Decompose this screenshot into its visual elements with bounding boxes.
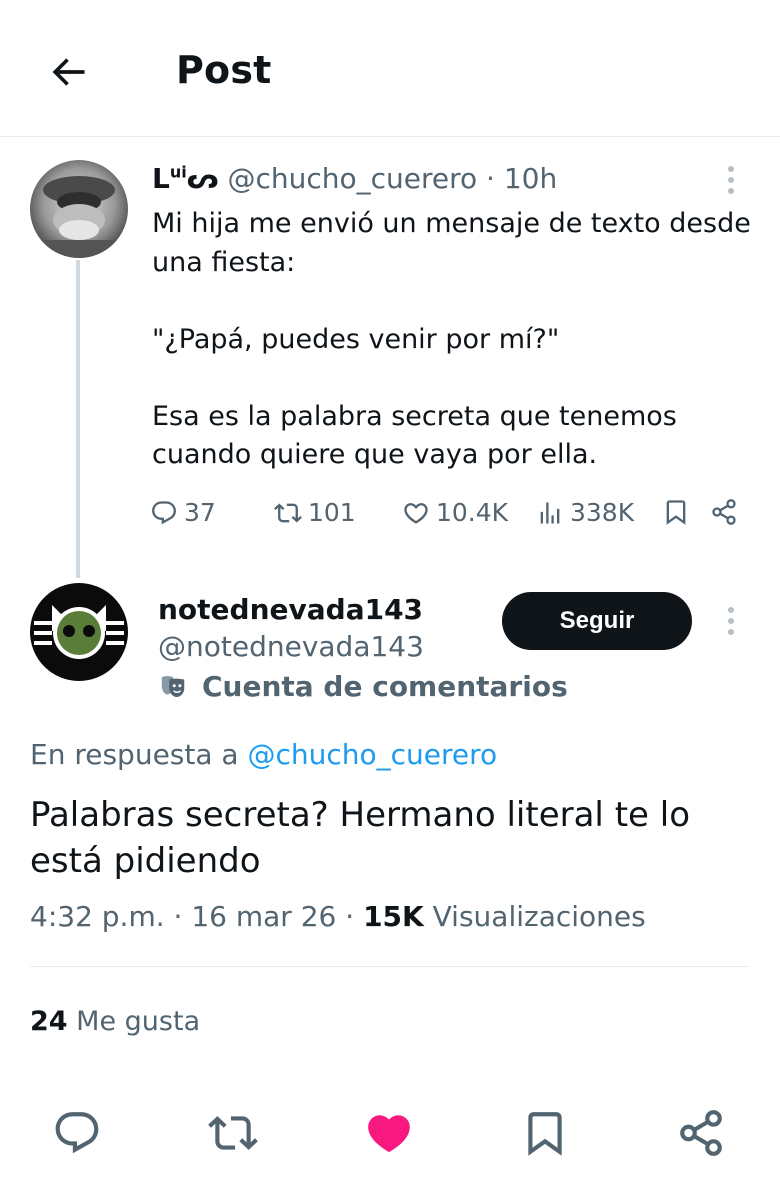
reply-bubble-icon [152,500,176,524]
reply-button[interactable] [50,1106,104,1160]
tweet-time[interactable]: 4:32 p.m. [30,900,165,933]
parent-time[interactable]: 10h [504,162,557,195]
theater-masks-icon [161,675,185,697]
back-button[interactable] [40,44,96,100]
heart-filled-icon [368,1115,410,1153]
repost-icon [274,503,302,522]
parent-action-bar: 37 101 10.4K 338K [150,498,750,532]
likes-label: Me gusta [76,1006,201,1037]
bookmark-icon [666,500,686,525]
tweet-meta: 4:32 p.m. · 16 mar 26 · 15K Visualizacio… [30,900,646,933]
parent-like-count: 10.4K [436,498,509,527]
parent-tweet-header: Luiᔕ @chucho_cuerero · 10h [152,162,558,195]
heart-outline-icon [404,502,428,524]
parent-share-button[interactable] [710,498,738,526]
share-button[interactable] [674,1106,728,1160]
follow-button[interactable]: Seguir [502,592,692,650]
share-icon [712,499,736,525]
like-button[interactable] [362,1106,416,1160]
top-bar: Post [0,0,780,137]
parent-views-count: 338K [570,498,635,527]
page-title: Post [176,48,272,92]
views-label[interactable]: Visualizaciones [433,900,646,933]
avatar-reply[interactable] [30,583,128,681]
bookmark-icon [528,1112,562,1156]
share-icon [680,1110,722,1156]
reply-more-options-icon[interactable] [724,607,738,635]
parent-handle[interactable]: @chucho_cuerero [227,162,477,195]
parent-reply-button[interactable]: 37 [150,498,216,527]
bookmark-button[interactable] [518,1106,572,1160]
views-count: 15K [363,900,424,933]
parent-repost-count: 101 [308,498,356,527]
views-chart-icon [540,502,560,523]
parent-bookmark-button[interactable] [662,498,690,526]
parent-reply-count: 37 [184,498,216,527]
thread-connector-line [76,260,80,578]
parent-repost-button[interactable]: 101 [274,498,356,527]
reply-mention-link[interactable]: @chucho_cuerero [247,738,497,771]
tweet-date[interactable]: 16 mar 26 [191,900,336,933]
reply-handle[interactable]: @notednevada143 [158,630,424,663]
parent-display-name[interactable]: Luiᔕ [152,162,219,195]
commentary-account-badge[interactable]: Cuenta de comentarios [158,670,568,703]
reply-bubble-icon [55,1112,99,1154]
badge-label: Cuenta de comentarios [202,670,568,703]
repost-icon [208,1116,258,1150]
likes-count: 24 [30,1006,68,1037]
reply-context: En respuesta a @chucho_cuerero [30,738,498,771]
divider [30,966,750,967]
reply-display-name[interactable]: notednevada143 [158,593,423,626]
parent-more-options-icon[interactable] [724,166,738,194]
avatar-parent[interactable] [30,160,128,258]
parent-like-button[interactable]: 10.4K [402,498,508,527]
parent-views-button[interactable]: 338K [536,498,634,527]
reply-tweet-text: Palabras secreta? Hermano literal te lo … [30,795,690,881]
parent-tweet-text: Mi hija me envió un mensaje de texto des… [152,208,751,470]
repost-button[interactable] [206,1106,260,1160]
arrow-left-icon [52,58,85,86]
likes-summary[interactable]: 24 Me gusta [30,1006,200,1037]
